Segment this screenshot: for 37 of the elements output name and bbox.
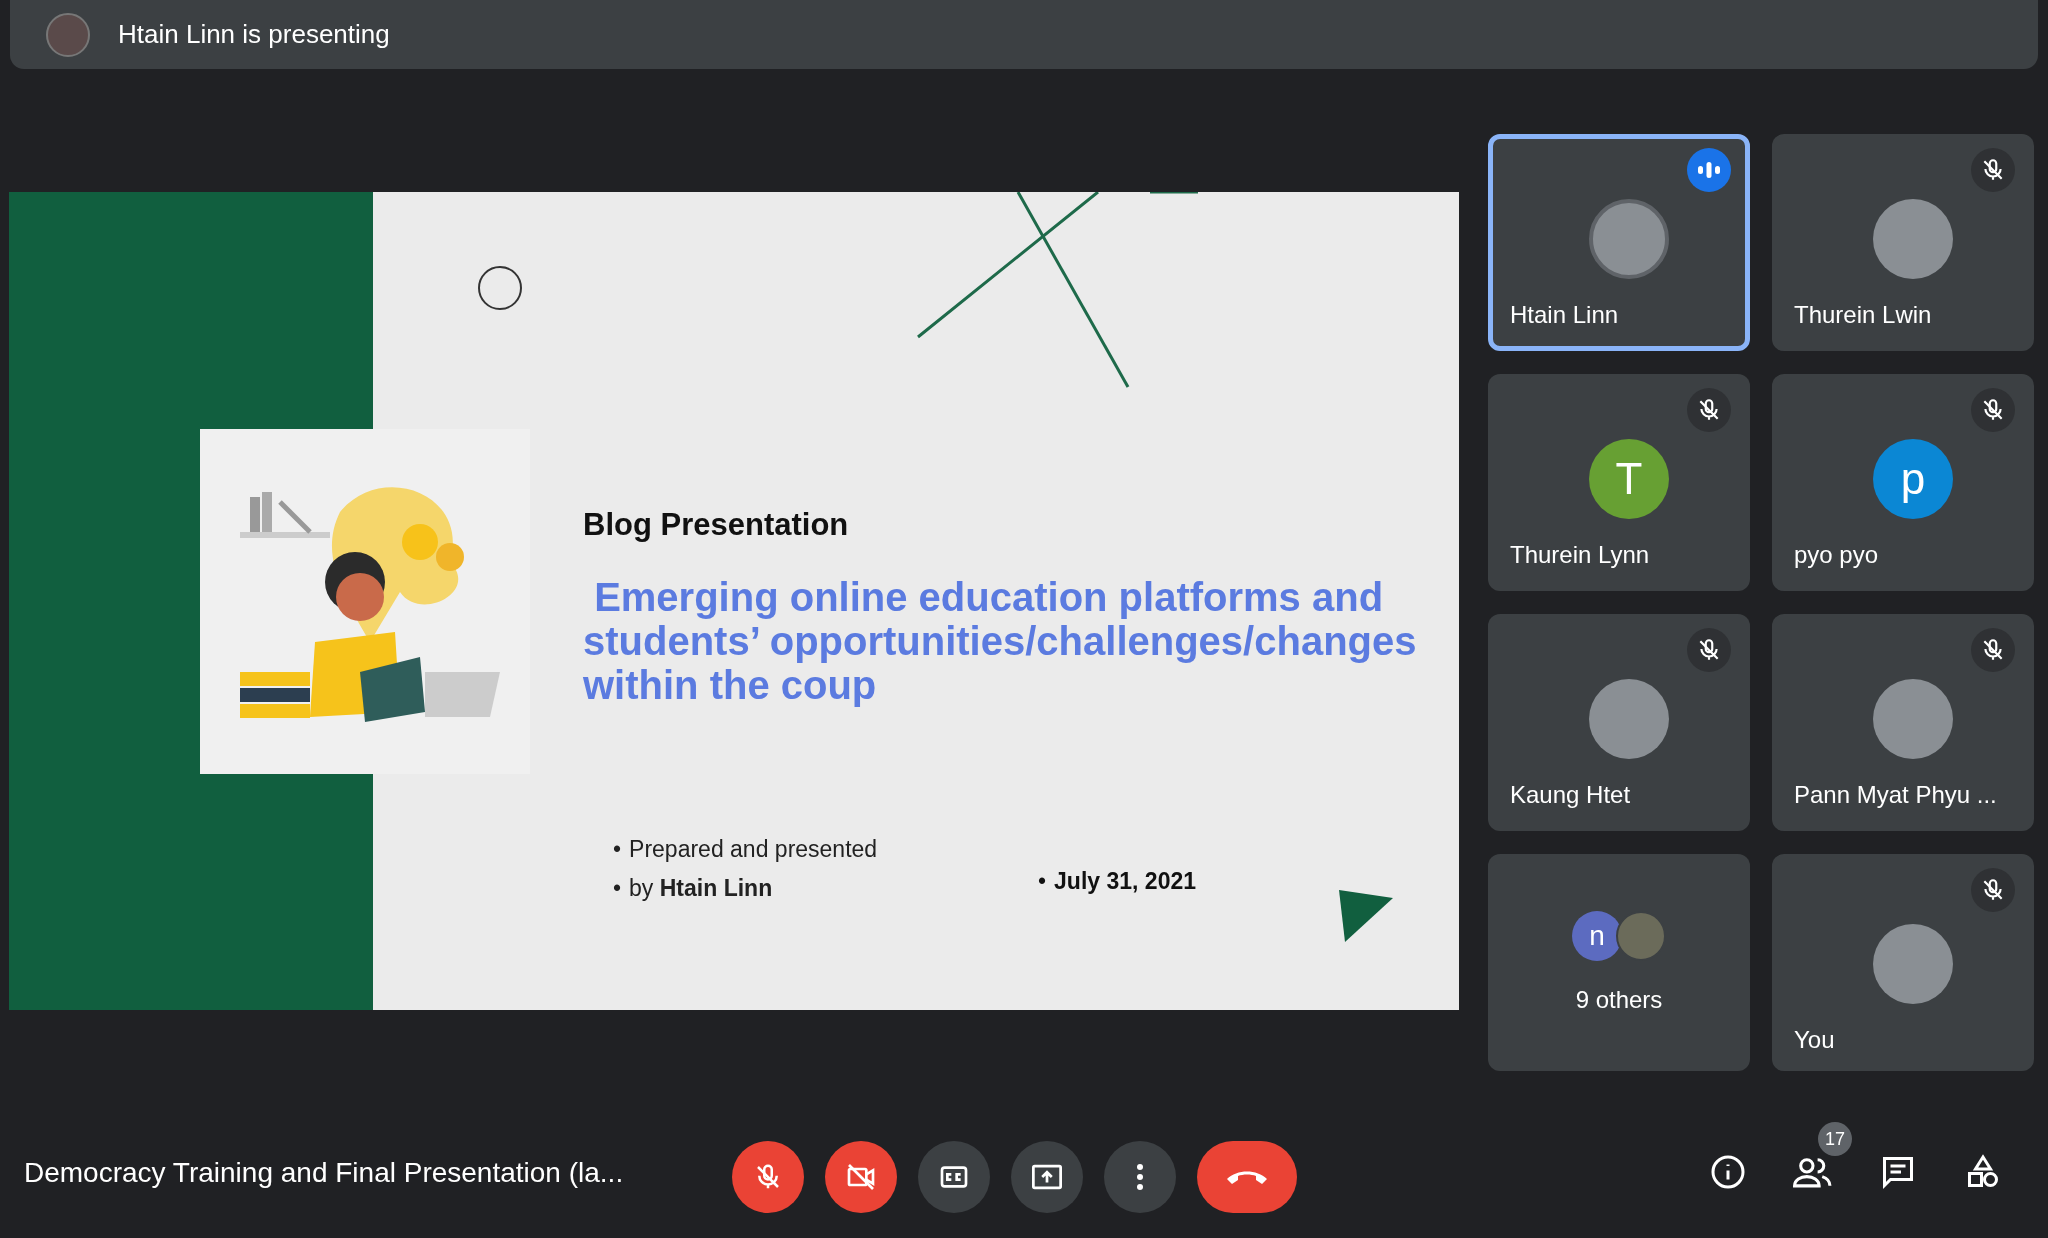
participant-tile[interactable]: T Thurein Lynn bbox=[1488, 374, 1750, 591]
participant-tile[interactable]: You bbox=[1772, 854, 2034, 1071]
participant-name: pyo pyo bbox=[1794, 540, 1879, 570]
participant-name: Thurein Lynn bbox=[1510, 540, 1650, 570]
slide-bullet: by Htain Linn bbox=[629, 873, 773, 903]
triangle-icon bbox=[1339, 890, 1393, 942]
info-icon bbox=[1710, 1154, 1746, 1190]
avatar-letter: p bbox=[1873, 439, 1953, 519]
participant-tile[interactable]: Kaung Htet bbox=[1488, 614, 1750, 831]
presenter-avatar bbox=[46, 12, 90, 57]
bullet-marker: • bbox=[1038, 867, 1047, 896]
participant-tile[interactable]: p pyo pyo bbox=[1772, 374, 2034, 591]
participant-name: Pann Myat Phyu ... bbox=[1794, 780, 1997, 810]
avatar-letter: T bbox=[1589, 439, 1669, 519]
slide-subtitle: Blog Presentation bbox=[583, 506, 850, 544]
participant-name: Kaung Htet bbox=[1510, 780, 1631, 810]
chat-icon bbox=[1880, 1154, 1916, 1190]
slide-date: July 31, 2021 bbox=[1054, 867, 1196, 896]
participant-tile[interactable]: Pann Myat Phyu ... bbox=[1772, 614, 2034, 831]
participant-count-badge: 17 bbox=[1818, 1122, 1852, 1156]
participant-name: You bbox=[1794, 1025, 1835, 1055]
shapes-icon bbox=[1965, 1154, 2001, 1190]
slide-bullet: Prepared and presented bbox=[629, 835, 878, 864]
bullet-marker: • bbox=[613, 873, 622, 903]
participant-tile[interactable]: n 9 others bbox=[1488, 854, 1750, 1071]
presenter-banner-text: Htain Linn is presenting bbox=[118, 18, 390, 51]
participant-name: Htain Linn bbox=[1510, 300, 1619, 330]
participant-name: 9 others bbox=[1574, 985, 1664, 1015]
bullet-marker: • bbox=[613, 835, 622, 864]
meeting-title: Democracy Training and Final Presentation (la... bbox=[24, 1156, 625, 1190]
slide-title: Emerging online education platforms and students’ opportunities/challenges/changes within the coup bbox=[583, 574, 1418, 707]
people-icon bbox=[1793, 1155, 1833, 1189]
participant-tile[interactable]: Thurein Lwin bbox=[1772, 134, 2034, 351]
present-screen-icon bbox=[1030, 1162, 1064, 1192]
participant-tile[interactable]: Htain Linn bbox=[1488, 134, 1750, 351]
participant-name: Thurein Lwin bbox=[1794, 300, 1932, 330]
more-options-icon bbox=[1136, 1163, 1144, 1191]
